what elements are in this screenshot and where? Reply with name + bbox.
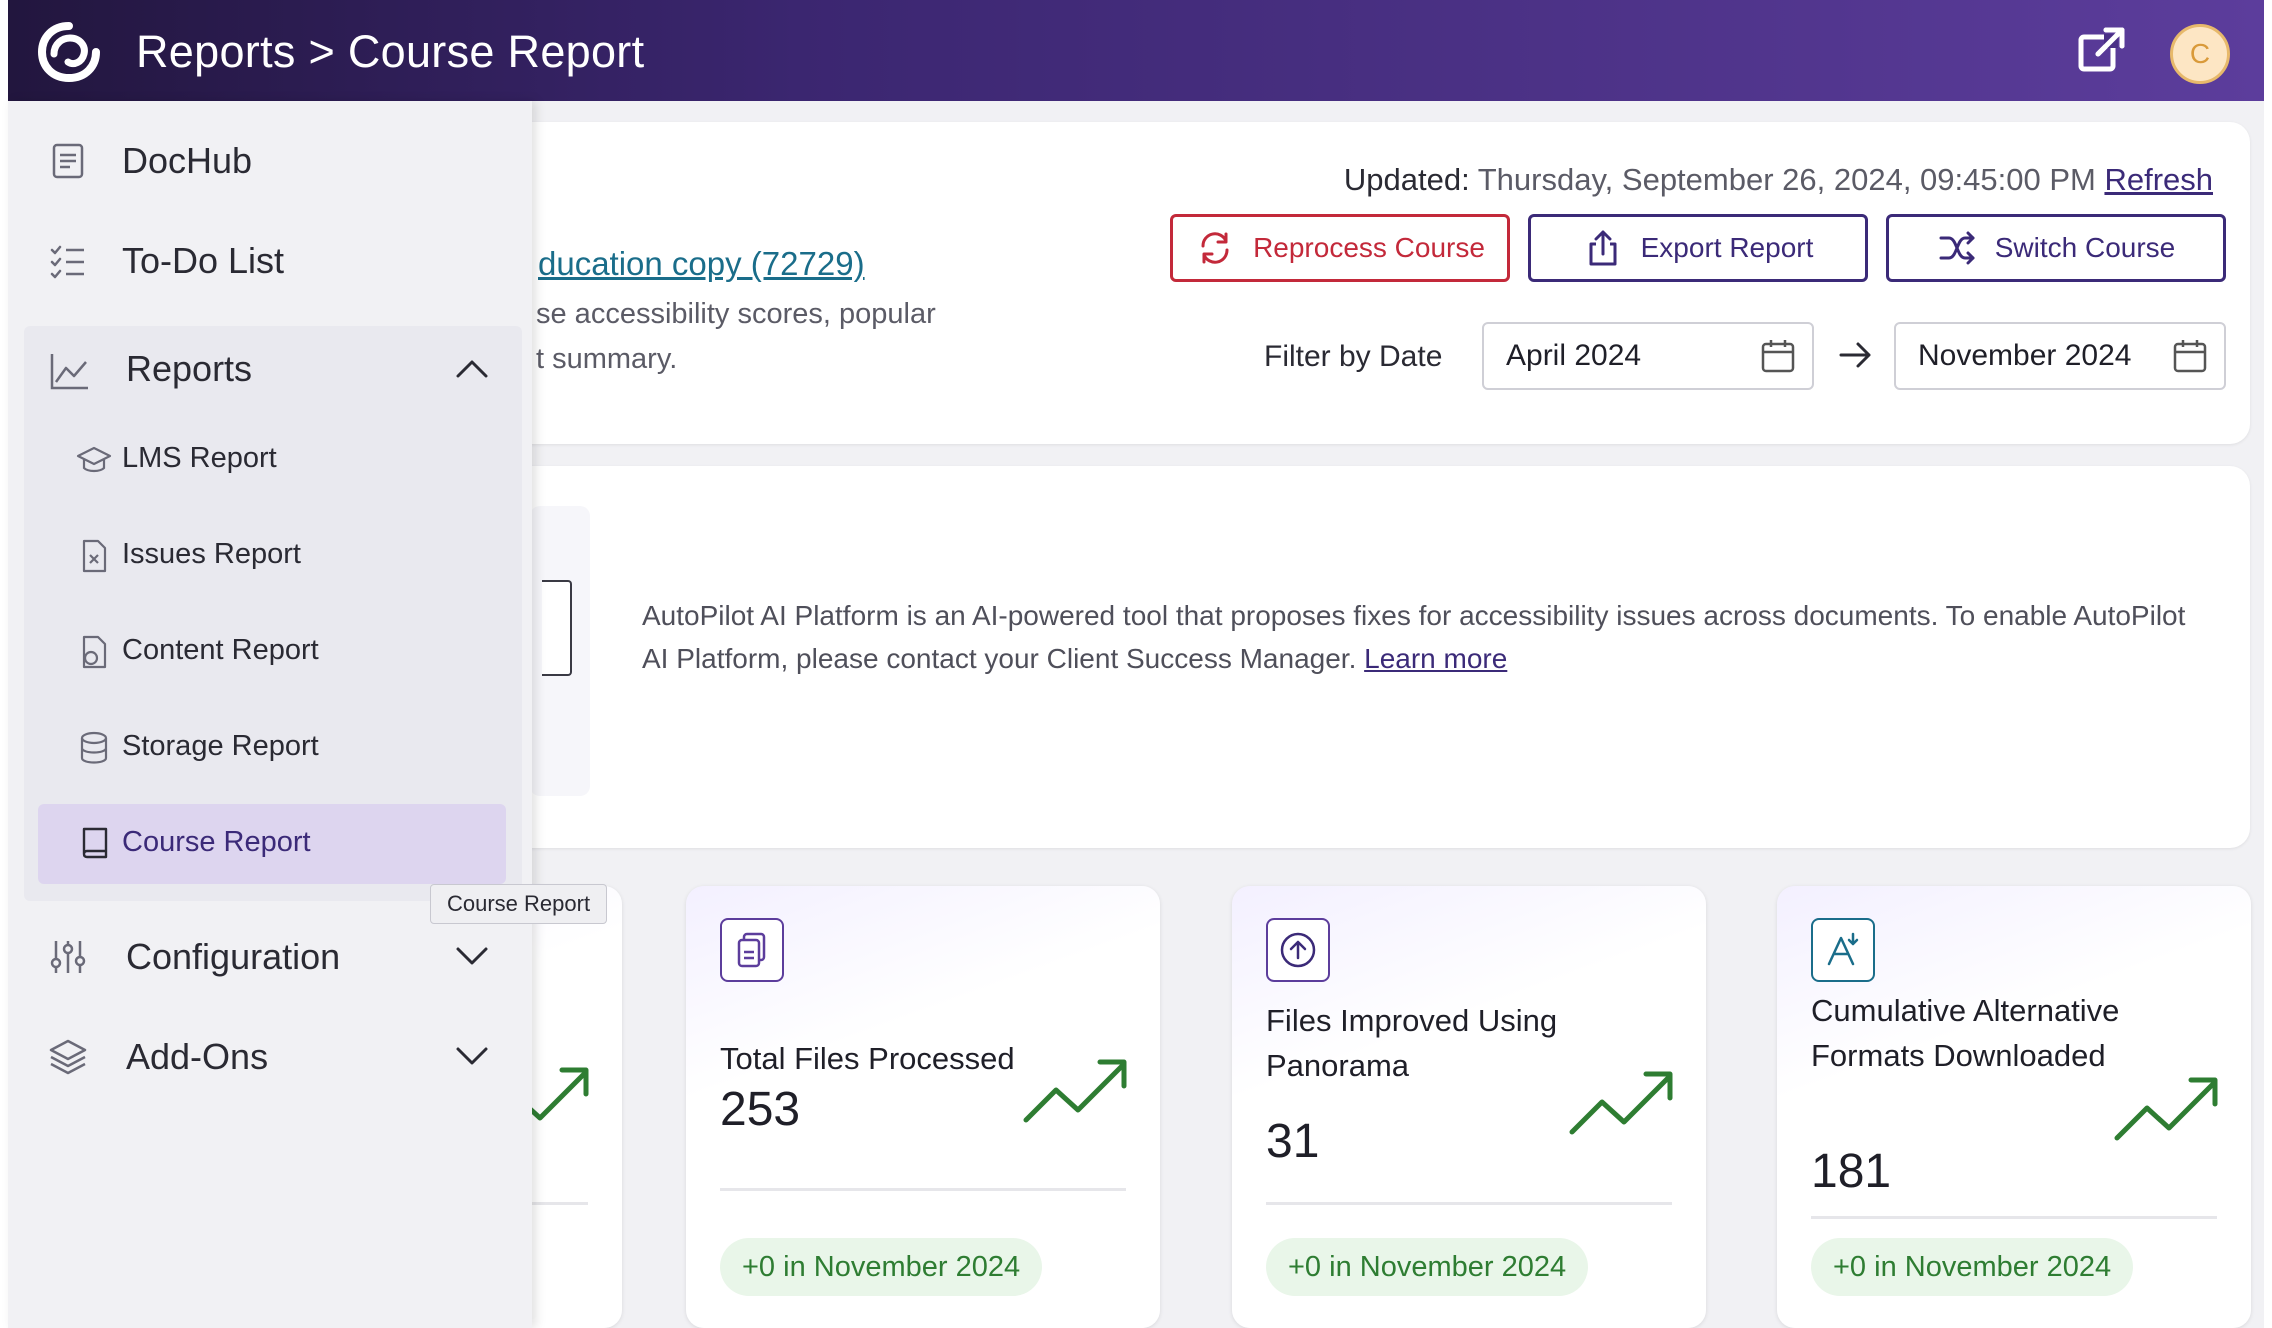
end-date-picker[interactable]: November 2024 xyxy=(1894,322,2226,390)
sidebar-item-label: Reports xyxy=(126,348,253,389)
checklist-icon xyxy=(50,245,84,279)
sidebar-item-label: Course Report xyxy=(122,826,311,858)
sidebar-item-lms-report[interactable]: LMS Report xyxy=(38,420,506,500)
refresh-link[interactable]: Refresh xyxy=(2104,162,2213,197)
file-chart-icon xyxy=(82,635,107,669)
sidebar: DocHub To-Do List Reports LMS Report Iss… xyxy=(8,101,532,1328)
stat-title: Files Improved Using Panorama xyxy=(1266,1003,1558,1083)
end-date-value: November 2024 xyxy=(1918,339,2132,372)
sidebar-item-add-ons[interactable]: Add-Ons xyxy=(8,1017,532,1097)
course-desc-line: se accessibility scores, popular xyxy=(536,298,936,330)
external-link-icon[interactable] xyxy=(2076,24,2128,76)
reprocess-label: Reprocess Course xyxy=(1253,232,1485,263)
file-error-icon xyxy=(82,539,107,573)
stat-badge: +0 in November 2024 xyxy=(720,1238,1043,1296)
book-icon xyxy=(82,827,108,859)
reports-group: Reports LMS Report Issues Report Content… xyxy=(24,326,522,901)
stat-badge: +0 in November 2024 xyxy=(1266,1238,1589,1296)
trend-up-icon xyxy=(1023,1059,1127,1123)
course-description: se accessibility scores, popular t summa… xyxy=(536,292,936,382)
sidebar-item-label: Configuration xyxy=(126,936,341,977)
switch-course-button[interactable]: Switch Course xyxy=(1886,214,2226,282)
trend-up-icon xyxy=(1569,1071,1673,1135)
stat-title: Total Files Processed xyxy=(720,1041,1015,1076)
sidebar-item-content-report[interactable]: Content Report xyxy=(38,612,506,692)
export-label: Export Report xyxy=(1640,232,1814,263)
sliders-icon xyxy=(50,941,86,973)
reprocess-course-button[interactable]: Reprocess Course xyxy=(1170,214,1510,282)
divider xyxy=(1811,1216,2217,1219)
sidebar-item-storage-report[interactable]: Storage Report xyxy=(38,708,506,788)
start-date-value: April 2024 xyxy=(1506,339,1642,372)
export-report-button[interactable]: Export Report xyxy=(1528,214,1868,282)
graduation-cap-icon xyxy=(76,446,112,473)
alt-format-icon xyxy=(1811,918,1875,982)
filter-by-date-label: Filter by Date xyxy=(1264,340,1443,373)
tooltip: Course Report xyxy=(430,884,608,924)
sidebar-item-dochub[interactable]: DocHub xyxy=(8,121,532,201)
document-illustration-icon xyxy=(542,580,572,676)
sidebar-item-reports[interactable]: Reports xyxy=(24,326,522,416)
start-date-picker[interactable]: April 2024 xyxy=(1482,322,1814,390)
chevron-down-icon xyxy=(456,947,488,965)
sidebar-item-issues-report[interactable]: Issues Report xyxy=(38,516,506,596)
course-desc-line: t summary. xyxy=(536,343,678,375)
sidebar-item-label: Content Report xyxy=(122,634,319,666)
stat-value: 31 xyxy=(1266,1115,1320,1168)
stat-title: Cumulative Alternative Formats Downloade… xyxy=(1811,993,2120,1073)
breadcrumb: Reports > Course Report xyxy=(136,26,645,77)
upload-circle-icon xyxy=(1266,918,1330,982)
line-chart-icon xyxy=(50,354,88,390)
stat-value: 253 xyxy=(720,1083,801,1136)
sidebar-item-label: LMS Report xyxy=(122,442,277,474)
autopilot-description: AutoPilot AI Platform is an AI-powered t… xyxy=(642,594,2202,680)
sidebar-item-label: To-Do List xyxy=(122,240,285,281)
stat-card-alt-formats: Cumulative Alternative Formats Downloade… xyxy=(1777,886,2251,1328)
trend-up-icon xyxy=(2114,1077,2218,1141)
sidebar-item-label: Issues Report xyxy=(122,538,301,570)
chevron-up-icon xyxy=(456,360,488,378)
stat-card-files-improved: Files Improved Using Panorama 31 +0 in N… xyxy=(1232,886,1706,1328)
sidebar-item-course-report[interactable]: Course Report xyxy=(38,804,506,884)
calendar-icon xyxy=(2173,340,2207,373)
calendar-icon xyxy=(1761,340,1795,373)
learn-more-link[interactable]: Learn more xyxy=(1364,643,1507,674)
switch-label: Switch Course xyxy=(1994,232,2176,263)
chevron-down-icon xyxy=(456,1047,488,1065)
course-link[interactable]: ducation copy (72729) xyxy=(538,245,865,283)
stat-badge: +0 in November 2024 xyxy=(1811,1238,2134,1296)
sidebar-item-label: Storage Report xyxy=(122,730,319,762)
files-icon xyxy=(720,918,784,982)
sidebar-item-label: Add-Ons xyxy=(126,1036,269,1077)
arrow-right-icon xyxy=(1839,342,1871,368)
updated-value: Thursday, September 26, 2024, 09:45:00 P… xyxy=(1477,162,2096,197)
avatar[interactable]: C xyxy=(2170,24,2230,84)
updated-label: Updated: xyxy=(1343,162,1470,197)
database-icon xyxy=(80,731,108,764)
sidebar-item-configuration[interactable]: Configuration xyxy=(8,917,532,997)
illustration xyxy=(530,506,590,796)
updated-status: Updated: Thursday, September 26, 2024, 0… xyxy=(1344,162,2213,198)
sidebar-item-todo[interactable]: To-Do List xyxy=(8,221,532,301)
brand-logo-icon[interactable] xyxy=(34,20,104,84)
sidebar-item-label: DocHub xyxy=(122,140,253,181)
refresh-icon xyxy=(1201,232,1229,264)
divider xyxy=(720,1188,1126,1191)
document-icon xyxy=(52,143,84,179)
layers-icon xyxy=(49,1039,87,1075)
shuffle-icon xyxy=(1939,231,1975,265)
course-info-card: Updated: Thursday, September 26, 2024, 0… xyxy=(470,122,2250,444)
autopilot-ai-card: AutoPilot AI Platform is an AI-powered t… xyxy=(470,466,2250,848)
share-upload-icon xyxy=(1589,230,1617,266)
top-header: Reports > Course Report C xyxy=(8,0,2264,101)
stat-value: 181 xyxy=(1811,1145,1892,1198)
divider xyxy=(1266,1202,1672,1205)
stat-card-total-files: Total Files Processed 253 +0 in November… xyxy=(686,886,1160,1328)
